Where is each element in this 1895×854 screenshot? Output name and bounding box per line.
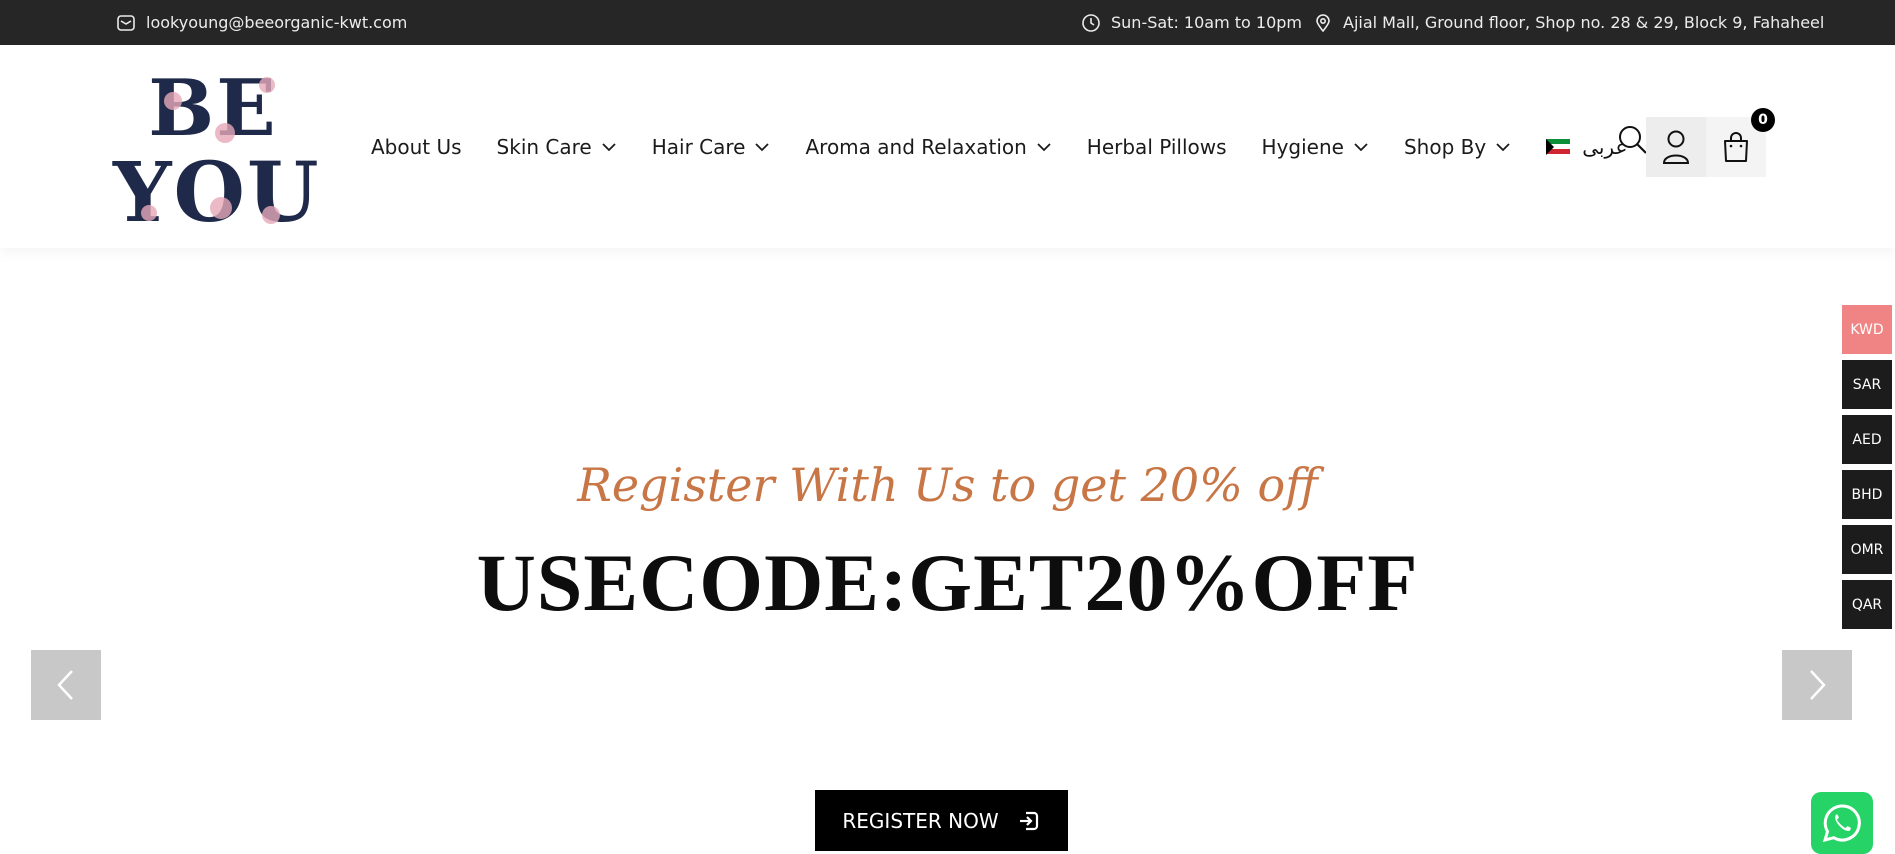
kuwait-flag-icon xyxy=(1546,138,1571,155)
search-icon[interactable] xyxy=(1617,124,1649,156)
store-hours: Sun-Sat: 10am to 10pm xyxy=(1081,0,1302,45)
clock-icon xyxy=(1082,13,1100,32)
main-nav: About Us Skin Care Hair Care Aroma and R… xyxy=(371,45,1627,248)
currency-sar[interactable]: SAR xyxy=(1842,360,1892,409)
nav-shop-by[interactable]: Shop By xyxy=(1404,135,1511,159)
address-text: Ajial Mall, Ground floor, Shop no. 28 & … xyxy=(1343,13,1825,32)
register-now-label[interactable]: REGISTER NOW xyxy=(842,809,998,833)
nav-herbal-pillows-label[interactable]: Herbal Pillows xyxy=(1087,135,1227,159)
nav-aroma-relaxation-label[interactable]: Aroma and Relaxation xyxy=(805,135,1026,159)
store-address: Ajial Mall, Ground floor, Shop no. 28 & … xyxy=(1313,0,1824,45)
hero-subtitle: Register With Us to get 20% off xyxy=(577,458,1318,512)
map-pin-icon xyxy=(1316,13,1330,32)
sign-in-arrow-icon xyxy=(1019,811,1038,830)
nav-skin-care[interactable]: Skin Care xyxy=(497,135,617,159)
slider-next-button[interactable] xyxy=(1782,650,1852,720)
envelope-icon xyxy=(117,14,135,31)
account-button[interactable] xyxy=(1646,117,1706,177)
nav-hair-care[interactable]: Hair Care xyxy=(652,135,771,159)
chevron-down-icon[interactable] xyxy=(1353,139,1369,155)
site-logo[interactable]: BE YOU xyxy=(113,63,318,241)
shopping-bag-icon[interactable] xyxy=(1720,130,1752,164)
currency-omr[interactable]: OMR xyxy=(1842,525,1892,574)
nav-about-us-label[interactable]: About Us xyxy=(371,135,462,159)
chevron-down-icon[interactable] xyxy=(1036,139,1052,155)
user-icon[interactable] xyxy=(1661,129,1691,165)
top-bar: lookyoung@beeorganic-kwt.com Sun-Sat: 10… xyxy=(0,0,1895,45)
whatsapp-icon[interactable] xyxy=(1820,801,1864,845)
nav-hygiene[interactable]: Hygiene xyxy=(1262,135,1369,159)
chevron-right-icon[interactable] xyxy=(1805,668,1829,702)
nav-about-us[interactable]: About Us xyxy=(371,135,462,159)
chevron-down-icon[interactable] xyxy=(754,139,770,155)
hours-text: Sun-Sat: 10am to 10pm xyxy=(1111,13,1303,32)
whatsapp-button[interactable] xyxy=(1811,792,1873,854)
register-now-button[interactable]: REGISTER NOW xyxy=(815,790,1068,851)
chevron-down-icon[interactable] xyxy=(1495,139,1511,155)
currency-qar[interactable]: QAR xyxy=(1842,580,1892,629)
nav-hygiene-label[interactable]: Hygiene xyxy=(1262,135,1344,159)
nav-shop-by-label[interactable]: Shop By xyxy=(1404,135,1486,159)
nav-hair-care-label[interactable]: Hair Care xyxy=(652,135,746,159)
floral-decoration-icon xyxy=(141,77,280,224)
cart-count-badge: 0 xyxy=(1751,108,1775,132)
nav-aroma-relaxation[interactable]: Aroma and Relaxation xyxy=(805,135,1051,159)
email-text[interactable]: lookyoung@beeorganic-kwt.com xyxy=(146,13,407,32)
currency-kwd[interactable]: KWD xyxy=(1842,305,1892,354)
currency-aed[interactable]: AED xyxy=(1842,415,1892,464)
contact-email[interactable]: lookyoung@beeorganic-kwt.com xyxy=(116,0,407,45)
hero-title: USECODE:GET20%OFF xyxy=(476,537,1419,628)
nav-herbal-pillows[interactable]: Herbal Pillows xyxy=(1087,135,1227,159)
chevron-down-icon[interactable] xyxy=(601,139,617,155)
nav-skin-care-label[interactable]: Skin Care xyxy=(497,135,592,159)
currency-bhd[interactable]: BHD xyxy=(1842,470,1892,519)
chevron-left-icon[interactable] xyxy=(54,668,78,702)
slider-prev-button[interactable] xyxy=(31,650,101,720)
